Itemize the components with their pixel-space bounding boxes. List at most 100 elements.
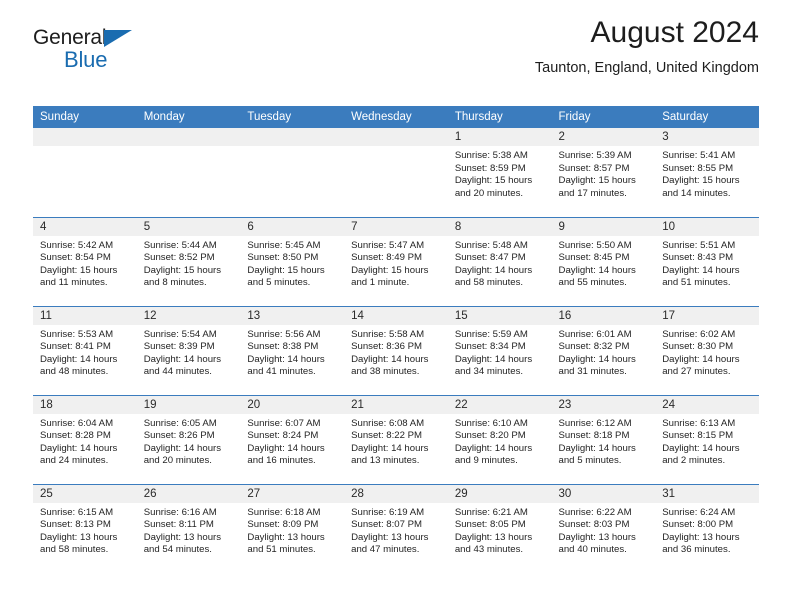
daylight-text-line2: and 34 minutes. xyxy=(454,366,524,378)
day-cell[interactable]: 23 Sunrise: 6:12 AM Sunset: 8:18 PM Dayl… xyxy=(551,394,656,484)
day-cell[interactable]: 30 Sunrise: 6:22 AM Sunset: 8:03 PM Dayl… xyxy=(551,483,656,573)
day-number: 14 xyxy=(344,306,448,325)
day-cell[interactable] xyxy=(136,128,241,217)
daylight-text-line1: Daylight: 14 hours xyxy=(558,442,636,454)
daylight-text-line1: Daylight: 14 hours xyxy=(454,264,533,276)
daylight-text-line2: and 47 minutes. xyxy=(351,544,420,556)
sunrise-text: Sunrise: 6:15 AM xyxy=(40,506,114,518)
day-cell[interactable]: 8 Sunrise: 5:48 AM Sunset: 8:47 PM Dayli… xyxy=(447,216,552,306)
day-cell[interactable]: 18 Sunrise: 6:04 AM Sunset: 8:28 PM Dayl… xyxy=(33,394,137,484)
day-cell[interactable]: 9 Sunrise: 5:50 AM Sunset: 8:45 PM Dayli… xyxy=(551,216,656,306)
daylight-text-line1: Daylight: 15 hours xyxy=(454,175,533,187)
daylight-text-line1: Daylight: 15 hours xyxy=(247,264,325,276)
day-info: Sunrise: 6:22 AM Sunset: 8:03 PM Dayligh… xyxy=(552,503,656,557)
brand-logo[interactable]: General Blue xyxy=(33,26,143,72)
daylight-text-line2: and 48 minutes. xyxy=(40,366,109,378)
day-number: 3 xyxy=(655,128,759,146)
daylight-text-line2: and 2 minutes. xyxy=(662,455,726,467)
sunrise-text: Sunrise: 5:53 AM xyxy=(40,328,114,340)
day-cell[interactable] xyxy=(33,128,137,217)
daylight-text-line2: and 20 minutes. xyxy=(454,187,524,199)
daylight-text-line2: and 27 minutes. xyxy=(662,366,731,378)
sunrise-text: Sunrise: 6:12 AM xyxy=(558,417,632,429)
sunrise-text: Sunrise: 5:42 AM xyxy=(40,239,114,251)
day-cell[interactable]: 20 Sunrise: 6:07 AM Sunset: 8:24 PM Dayl… xyxy=(240,394,345,484)
sunset-text: Sunset: 8:38 PM xyxy=(247,341,319,353)
day-info: Sunrise: 5:39 AM Sunset: 8:57 PM Dayligh… xyxy=(552,146,656,200)
day-number: 19 xyxy=(136,395,241,414)
day-cell[interactable]: 16 Sunrise: 6:01 AM Sunset: 8:32 PM Dayl… xyxy=(551,305,656,395)
calendar-grid: Sunday Monday Tuesday Wednesday Thursday… xyxy=(33,106,759,573)
day-number: 23 xyxy=(551,395,656,414)
day-number: 4 xyxy=(33,217,137,236)
sunset-text: Sunset: 8:11 PM xyxy=(143,519,214,531)
day-cell[interactable]: 4 Sunrise: 5:42 AM Sunset: 8:54 PM Dayli… xyxy=(33,216,137,306)
day-number: 12 xyxy=(136,306,241,325)
sunrise-text: Sunrise: 6:04 AM xyxy=(40,417,114,429)
day-cell[interactable]: 3 Sunrise: 5:41 AM Sunset: 8:55 PM Dayli… xyxy=(655,128,759,217)
day-info: Sunrise: 6:04 AM Sunset: 8:28 PM Dayligh… xyxy=(33,414,137,468)
day-number: 27 xyxy=(240,484,345,503)
daylight-text-line2: and 58 minutes. xyxy=(454,277,524,289)
day-cell[interactable]: 5 Sunrise: 5:44 AM Sunset: 8:52 PM Dayli… xyxy=(136,216,241,306)
day-info: Sunrise: 6:18 AM Sunset: 8:09 PM Dayligh… xyxy=(240,503,344,557)
day-cell[interactable]: 6 Sunrise: 5:45 AM Sunset: 8:50 PM Dayli… xyxy=(240,216,345,306)
daylight-text-line1: Daylight: 14 hours xyxy=(558,353,636,365)
sunrise-text: Sunrise: 5:58 AM xyxy=(351,328,425,340)
daylight-text-line1: Daylight: 13 hours xyxy=(351,531,429,543)
day-info: Sunrise: 5:54 AM Sunset: 8:39 PM Dayligh… xyxy=(137,325,241,379)
day-number: 29 xyxy=(447,484,552,503)
day-number: 11 xyxy=(33,306,137,325)
sunrise-text: Sunrise: 5:38 AM xyxy=(454,150,528,161)
weekday-header-monday: Monday xyxy=(136,106,241,128)
daylight-text-line1: Daylight: 15 hours xyxy=(558,175,636,187)
daylight-text-line2: and 1 minute. xyxy=(351,277,410,289)
day-cell[interactable]: 19 Sunrise: 6:05 AM Sunset: 8:26 PM Dayl… xyxy=(136,394,241,484)
day-cell[interactable]: 25 Sunrise: 6:15 AM Sunset: 8:13 PM Dayl… xyxy=(33,483,137,573)
day-cell[interactable] xyxy=(240,128,345,217)
day-info: Sunrise: 5:58 AM Sunset: 8:36 PM Dayligh… xyxy=(344,325,448,379)
day-cell[interactable]: 26 Sunrise: 6:16 AM Sunset: 8:11 PM Dayl… xyxy=(136,483,241,573)
daylight-text-line2: and 38 minutes. xyxy=(351,366,420,378)
day-cell[interactable]: 1 Sunrise: 5:38 AM Sunset: 8:59 PM Dayli… xyxy=(447,128,552,217)
day-info: Sunrise: 5:42 AM Sunset: 8:54 PM Dayligh… xyxy=(33,236,137,290)
day-cell[interactable]: 12 Sunrise: 5:54 AM Sunset: 8:39 PM Dayl… xyxy=(136,305,241,395)
day-cell[interactable]: 2 Sunrise: 5:39 AM Sunset: 8:57 PM Dayli… xyxy=(551,128,656,217)
day-cell[interactable]: 10 Sunrise: 5:51 AM Sunset: 8:43 PM Dayl… xyxy=(655,216,759,306)
day-number: 22 xyxy=(447,395,552,414)
sunrise-text: Sunrise: 6:24 AM xyxy=(662,506,736,518)
day-cell[interactable]: 28 Sunrise: 6:19 AM Sunset: 8:07 PM Dayl… xyxy=(344,483,448,573)
day-cell[interactable]: 22 Sunrise: 6:10 AM Sunset: 8:20 PM Dayl… xyxy=(447,394,552,484)
day-cell[interactable]: 21 Sunrise: 6:08 AM Sunset: 8:22 PM Dayl… xyxy=(344,394,448,484)
day-cell[interactable]: 17 Sunrise: 6:02 AM Sunset: 8:30 PM Dayl… xyxy=(655,305,759,395)
daylight-text-line1: Daylight: 14 hours xyxy=(143,442,222,454)
day-number: 26 xyxy=(136,484,241,503)
day-number: 10 xyxy=(655,217,759,236)
day-number: 1 xyxy=(447,128,552,146)
daylight-text-line1: Daylight: 15 hours xyxy=(662,175,740,187)
day-number xyxy=(33,128,137,146)
daylight-text-line1: Daylight: 14 hours xyxy=(454,353,533,365)
day-cell[interactable]: 27 Sunrise: 6:18 AM Sunset: 8:09 PM Dayl… xyxy=(240,483,345,573)
daylight-text-line2: and 55 minutes. xyxy=(558,277,627,289)
day-cell[interactable]: 15 Sunrise: 5:59 AM Sunset: 8:34 PM Dayl… xyxy=(447,305,552,395)
day-cell[interactable]: 31 Sunrise: 6:24 AM Sunset: 8:00 PM Dayl… xyxy=(655,483,759,573)
sunrise-text: Sunrise: 6:18 AM xyxy=(247,506,321,518)
daylight-text-line2: and 5 minutes. xyxy=(558,455,622,467)
day-cell[interactable] xyxy=(344,128,448,217)
sunset-text: Sunset: 8:32 PM xyxy=(558,341,630,353)
sunset-text: Sunset: 8:47 PM xyxy=(454,252,526,264)
sunrise-text: Sunrise: 6:10 AM xyxy=(454,417,528,429)
day-cell[interactable]: 7 Sunrise: 5:47 AM Sunset: 8:49 PM Dayli… xyxy=(344,216,448,306)
day-cell[interactable]: 24 Sunrise: 6:13 AM Sunset: 8:15 PM Dayl… xyxy=(655,394,759,484)
day-info: Sunrise: 6:16 AM Sunset: 8:11 PM Dayligh… xyxy=(137,503,241,557)
sunrise-text: Sunrise: 5:48 AM xyxy=(454,239,528,251)
day-cell[interactable]: 13 Sunrise: 5:56 AM Sunset: 8:38 PM Dayl… xyxy=(240,305,345,395)
day-cell[interactable]: 14 Sunrise: 5:58 AM Sunset: 8:36 PM Dayl… xyxy=(344,305,448,395)
day-number xyxy=(240,128,345,146)
title-block: August 2024 Taunton, England, United Kin… xyxy=(535,16,759,76)
day-cell[interactable]: 29 Sunrise: 6:21 AM Sunset: 8:05 PM Dayl… xyxy=(447,483,552,573)
sunset-text: Sunset: 8:26 PM xyxy=(143,430,215,442)
day-cell[interactable]: 11 Sunrise: 5:53 AM Sunset: 8:41 PM Dayl… xyxy=(33,305,137,395)
sunset-text: Sunset: 8:57 PM xyxy=(558,162,630,174)
